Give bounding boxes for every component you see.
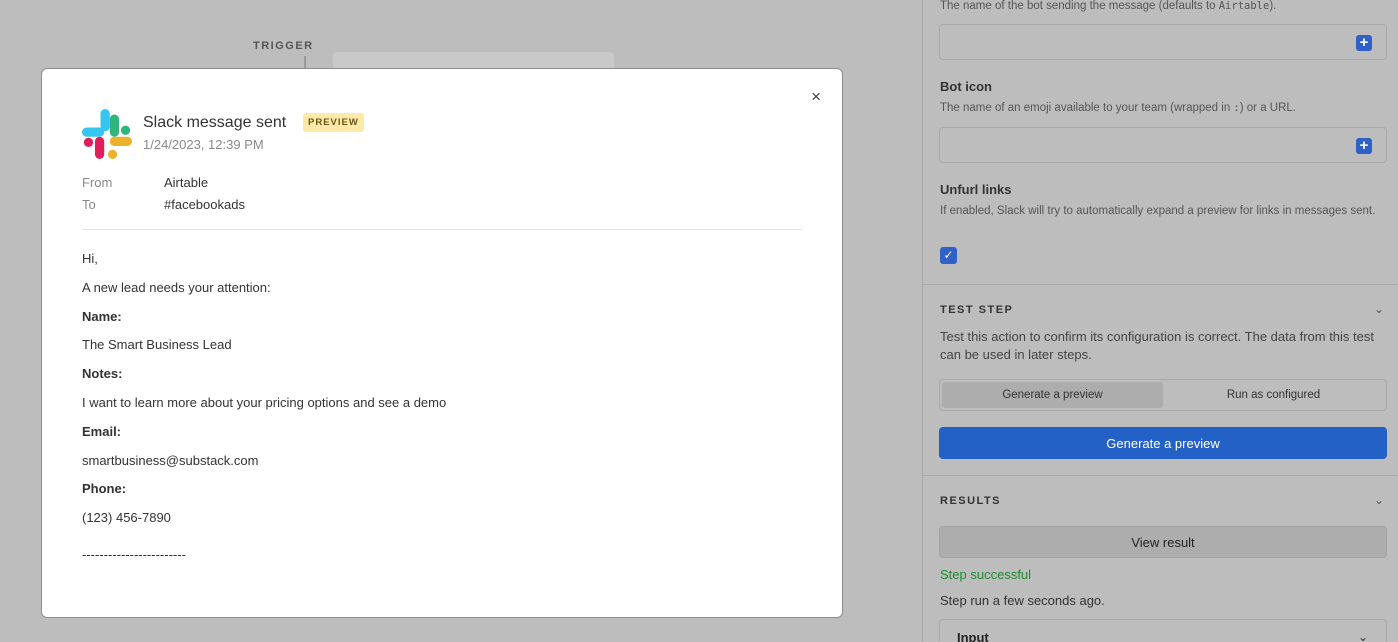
chevron-down-icon[interactable]: ⌄: [1358, 630, 1368, 642]
slack-logo-icon: [82, 109, 132, 159]
from-value: Airtable: [164, 175, 209, 190]
status-text: Step successful: [940, 567, 1032, 582]
divider: [82, 229, 802, 230]
bot-name-field[interactable]: +: [939, 24, 1387, 60]
to-label: To: [82, 197, 96, 212]
bot-name-help: The name of the bot sending the message …: [940, 0, 1277, 12]
message-field-label: Email:: [82, 424, 122, 439]
message-line: ------------------------: [82, 547, 186, 562]
message-line: Hi,: [82, 251, 98, 266]
trigger-label: TRIGGER: [253, 40, 314, 52]
test-step-description: Test this action to confirm its configur…: [940, 329, 1374, 362]
bot-icon-label: Bot icon: [940, 79, 992, 94]
divider: [923, 475, 1398, 476]
message-line: I want to learn more about your pricing …: [82, 395, 447, 410]
unfurl-links-help: If enabled, Slack will try to automatica…: [940, 205, 1376, 217]
divider: [923, 284, 1398, 285]
message-line: The Smart Business Lead: [82, 337, 232, 352]
message-field-label: Name:: [82, 309, 122, 324]
message-timestamp: 1/24/2023, 12:39 PM: [143, 137, 264, 152]
modal-title: Slack message sent: [143, 114, 287, 131]
message-field-label: Notes:: [82, 366, 123, 381]
message-line: A new lead needs your attention:: [82, 280, 271, 295]
close-icon[interactable]: ×: [811, 87, 821, 107]
generate-preview-button[interactable]: Generate a preview: [939, 427, 1387, 459]
to-value: #facebookads: [164, 197, 245, 212]
run-time-text: Step run a few seconds ago.: [940, 593, 1105, 608]
run-as-configured-tab[interactable]: Run as configured: [1163, 382, 1384, 408]
chevron-down-icon[interactable]: ⌄: [1374, 302, 1384, 316]
message-line: (123) 456-7890: [82, 510, 171, 525]
message-preview-modal: × Slack message sent PREVIEW 1/24/2023, …: [41, 68, 843, 618]
bot-icon-help: The name of an emoji available to your t…: [940, 102, 1296, 114]
unfurl-links-checkbox[interactable]: ✓: [940, 247, 957, 264]
unfurl-links-label: Unfurl links: [940, 182, 1012, 197]
test-mode-toggle: Generate a preview Run as configured: [939, 379, 1387, 411]
bot-icon-field[interactable]: +: [939, 127, 1387, 163]
view-result-button[interactable]: View result: [939, 526, 1387, 558]
preview-badge: PREVIEW: [303, 113, 364, 132]
results-title: RESULTS: [940, 495, 1002, 507]
test-step-title: TEST STEP: [940, 304, 1014, 316]
input-section[interactable]: Input ⌄: [939, 619, 1387, 642]
generate-preview-tab[interactable]: Generate a preview: [942, 382, 1163, 408]
input-section-label: Input: [957, 630, 989, 642]
config-panel: The name of the bot sending the message …: [922, 0, 1398, 642]
insert-token-icon[interactable]: +: [1356, 35, 1372, 51]
insert-token-icon[interactable]: +: [1356, 138, 1372, 154]
message-field-label: Phone:: [82, 481, 127, 496]
from-label: From: [82, 175, 113, 190]
message-line: smartbusiness@substack.com: [82, 453, 259, 468]
chevron-down-icon[interactable]: ⌄: [1374, 493, 1384, 507]
